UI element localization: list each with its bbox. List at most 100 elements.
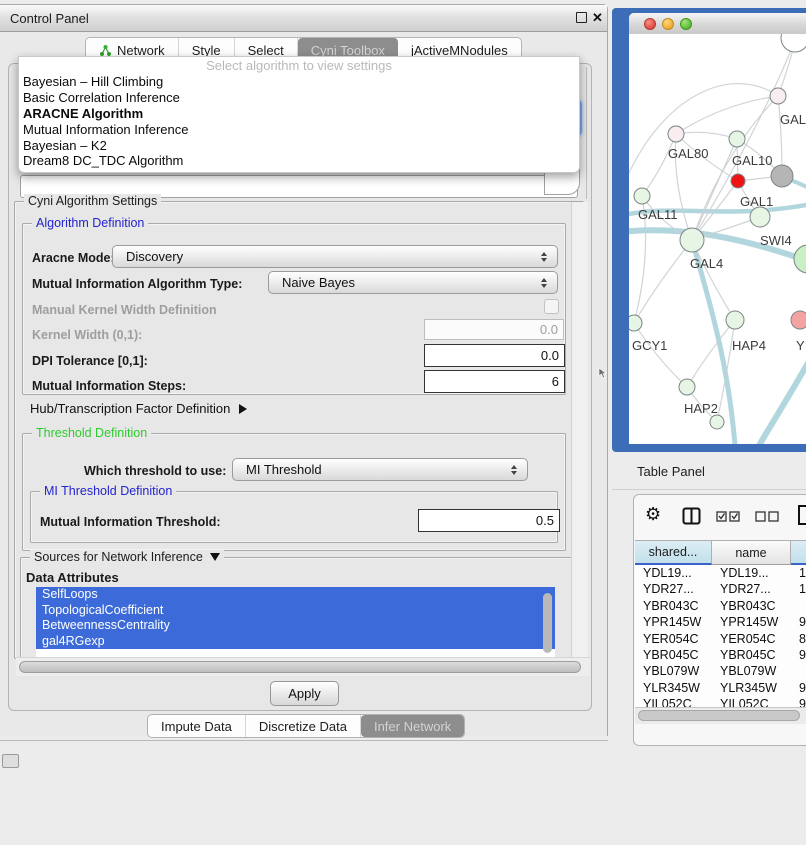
algorithm-option[interactable]: Bayesian – K2: [19, 138, 579, 154]
mi-steps-input[interactable]: [424, 370, 565, 393]
table-row[interactable]: YPR145WYPR145W9.: [635, 614, 806, 630]
network-edge[interactable]: [634, 323, 687, 387]
table-row[interactable]: YBR043CYBR043C: [635, 598, 806, 614]
settings-vertical-scrollbar-track[interactable]: [571, 202, 588, 657]
network-edge[interactable]: [692, 240, 735, 320]
algorithm-option[interactable]: Dream8 DC_TDC Algorithm: [19, 153, 579, 169]
node-label: GCY1: [632, 338, 667, 353]
table-row[interactable]: YER054CYER054C8.: [635, 631, 806, 647]
dock-panel-icon[interactable]: [2, 754, 19, 768]
kernel-width-input[interactable]: [424, 319, 564, 340]
network-node-gal11[interactable]: [634, 188, 650, 204]
table-cell: YIL052C: [635, 696, 712, 707]
collapsed-arrow-icon: [239, 404, 247, 414]
network-edge[interactable]: [629, 84, 778, 184]
column-header-partial[interactable]: [791, 540, 806, 565]
data-attribute-item[interactable]: BetweennessCentrality: [36, 618, 555, 634]
manual-kernel-width-checkbox[interactable]: [544, 299, 559, 314]
table-toolbar: ⚙: [634, 495, 806, 539]
checked-boxes-icon[interactable]: [716, 510, 741, 523]
apply-button[interactable]: Apply: [270, 681, 339, 706]
table-cell: YBR045C: [635, 647, 712, 663]
network-node-hap4[interactable]: [726, 311, 744, 329]
data-attributes-list[interactable]: SelfLoopsTopologicalCoefficientBetweenne…: [36, 587, 555, 657]
close-window-icon[interactable]: ✕: [592, 12, 603, 23]
attributes-list-scrollbar[interactable]: [543, 593, 552, 653]
control-panel-titlebar[interactable]: Control Panel ✕: [0, 5, 607, 32]
data-attribute-item[interactable]: SelfLoops: [36, 587, 555, 603]
network-icon: [99, 44, 112, 57]
network-node[interactable]: [781, 34, 806, 52]
hub-definition-disclosure[interactable]: Hub/Transcription Factor Definition: [30, 401, 247, 416]
network-node[interactable]: [794, 245, 806, 273]
table-cell: YBR043C: [635, 598, 712, 614]
unchecked-boxes-icon[interactable]: [755, 510, 780, 523]
table-cell: YBR045C: [712, 647, 791, 663]
algorithm-option[interactable]: Basic Correlation Inference: [19, 90, 579, 106]
hub-definition-label: Hub/Transcription Factor Definition: [30, 401, 230, 416]
network-window-titlebar[interactable]: [629, 13, 806, 35]
threshold-definition-title: Threshold Definition: [32, 426, 151, 440]
tab-discretize-data[interactable]: Discretize Data: [246, 715, 361, 737]
tab-impute-data[interactable]: Impute Data: [148, 715, 246, 737]
network-node-hap2[interactable]: [679, 379, 695, 395]
zoom-traffic-light-icon[interactable]: [680, 18, 692, 30]
sources-title-text: Sources for Network Inference: [34, 550, 203, 564]
network-node-y[interactable]: [791, 311, 806, 329]
column-header-shared...[interactable]: shared...: [635, 540, 712, 565]
which-threshold-label: Which threshold to use:: [84, 464, 226, 478]
dpi-tolerance-input[interactable]: [424, 344, 565, 367]
aracne-mode-select[interactable]: Discovery: [112, 245, 558, 268]
tab-infer-network[interactable]: Infer Network: [361, 715, 464, 737]
mi-algorithm-type-select[interactable]: Naive Bayes: [268, 271, 558, 294]
table-row[interactable]: YDR27...YDR27...12: [635, 581, 806, 597]
close-traffic-light-icon[interactable]: [644, 18, 656, 30]
network-edge[interactable]: [676, 96, 778, 134]
data-attribute-item[interactable]: gal4RGexp: [36, 634, 555, 650]
network-edge[interactable]: [778, 96, 782, 176]
mi-algorithm-type-label: Mutual Information Algorithm Type:: [32, 277, 242, 291]
gear-icon[interactable]: ⚙: [645, 504, 661, 525]
data-attribute-item[interactable]: TopologicalCoefficient: [36, 603, 555, 619]
network-canvas[interactable]: GALGAL80GAL10GAL1SWI4GAL11GAL4GCY1HAP4YH…: [629, 34, 806, 444]
algorithm-option[interactable]: ARACNE Algorithm: [19, 106, 579, 122]
network-node-gal80[interactable]: [668, 126, 684, 142]
network-node-gal[interactable]: [770, 88, 786, 104]
combo-stepper-icon: [535, 278, 557, 288]
network-node[interactable]: [710, 415, 724, 429]
column-header-name[interactable]: name: [712, 540, 791, 565]
table-panel-title: Table Panel: [637, 464, 705, 479]
table-row[interactable]: YDL19...YDL19...13: [635, 565, 806, 581]
table-horizontal-scrollbar-thumb[interactable]: [638, 710, 800, 721]
table-row[interactable]: YLR345WYLR345W9.: [635, 680, 806, 696]
mouse-cursor: [598, 367, 608, 379]
table-row[interactable]: YBL079WYBL079W: [635, 663, 806, 679]
cyni-settings-group-title: Cyni Algorithm Settings: [24, 194, 161, 208]
which-threshold-select[interactable]: MI Threshold: [232, 458, 528, 481]
float-window-icon[interactable]: [576, 12, 587, 23]
document-icon[interactable]: [797, 504, 806, 526]
minimize-traffic-light-icon[interactable]: [662, 18, 674, 30]
combo-stepper-icon: [535, 252, 557, 262]
algorithm-option[interactable]: Mutual Information Inference: [19, 122, 579, 138]
node-label: GAL1: [740, 194, 773, 209]
network-node-gal1[interactable]: [731, 174, 745, 188]
network-edge[interactable]: [642, 134, 676, 196]
network-node-swi4[interactable]: [750, 207, 770, 227]
expanded-arrow-icon[interactable]: [210, 553, 220, 561]
apply-button-label: Apply: [288, 686, 321, 701]
sources-group-title: Sources for Network Inference: [30, 550, 224, 564]
network-edge[interactable]: [676, 132, 737, 139]
table-cell: 8.: [791, 631, 806, 647]
mi-threshold-input[interactable]: [418, 509, 560, 532]
table-row[interactable]: YIL052CYIL052C9: [635, 696, 806, 707]
node-label: HAP4: [732, 338, 766, 353]
settings-horizontal-scrollbar-thumb[interactable]: [19, 661, 581, 673]
columns-icon[interactable]: [682, 507, 701, 525]
network-node-gal10[interactable]: [729, 131, 745, 147]
network-node-gal4[interactable]: [680, 228, 704, 252]
algorithm-option[interactable]: Bayesian – Hill Climbing: [19, 74, 579, 90]
network-node-gcy1[interactable]: [629, 315, 642, 331]
network-node[interactable]: [771, 165, 793, 187]
table-row[interactable]: YBR045CYBR045C9.: [635, 647, 806, 663]
